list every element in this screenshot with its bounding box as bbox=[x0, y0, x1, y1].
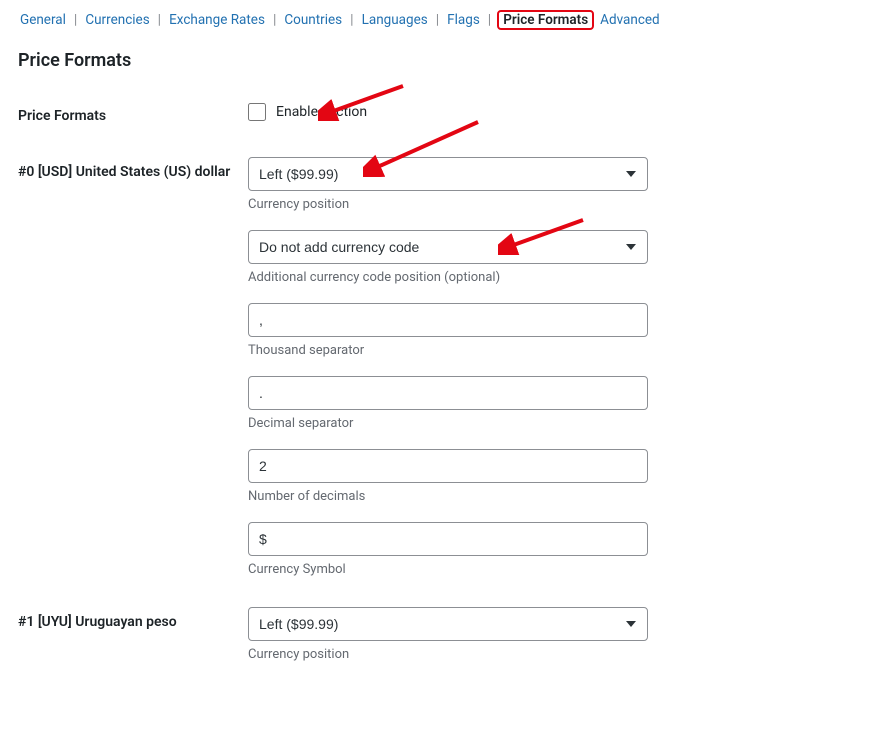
currency0-thousand-input[interactable] bbox=[248, 303, 648, 337]
row-enable-section: Price Formats Enable section bbox=[18, 101, 856, 127]
tab-price-formats-highlight: Price Formats bbox=[497, 10, 594, 30]
tab-languages[interactable]: Languages bbox=[360, 10, 430, 30]
page-title: Price Formats bbox=[18, 50, 856, 71]
row-currency0-decimal-sep: Decimal separator bbox=[18, 376, 856, 431]
row-currency0-thousand: Thousand separator bbox=[18, 303, 856, 358]
tab-separator: | bbox=[273, 12, 276, 28]
currency0-decimal-sep-desc: Decimal separator bbox=[248, 416, 678, 431]
tab-flags[interactable]: Flags bbox=[445, 10, 482, 30]
tab-price-formats[interactable]: Price Formats bbox=[503, 12, 588, 28]
currency0-position-desc: Currency position bbox=[248, 197, 678, 212]
row-currency0-decimals: Number of decimals bbox=[18, 449, 856, 504]
currency0-code-select[interactable]: Do not add currency code bbox=[248, 230, 648, 264]
row-currency0-code: Do not add currency code Additional curr… bbox=[18, 230, 856, 285]
currency0-symbol-desc: Currency Symbol bbox=[248, 562, 678, 577]
tab-advanced[interactable]: Advanced bbox=[598, 10, 662, 30]
row-currency0-symbol: Currency Symbol bbox=[18, 522, 856, 577]
currency0-code-desc: Additional currency code position (optio… bbox=[248, 270, 678, 285]
tab-separator: | bbox=[158, 12, 161, 28]
tab-separator: | bbox=[74, 12, 77, 28]
currency0-decimal-sep-input[interactable] bbox=[248, 376, 648, 410]
row-currency1-position: #1 [UYU] Uruguayan peso Left ($99.99) Cu… bbox=[18, 607, 856, 662]
section-label: Price Formats bbox=[18, 101, 248, 127]
tab-separator: | bbox=[350, 12, 353, 28]
row-currency0-position: #0 [USD] United States (US) dollar Left … bbox=[18, 157, 856, 212]
tab-countries[interactable]: Countries bbox=[282, 10, 344, 30]
tab-navigation: General | Currencies | Exchange Rates | … bbox=[18, 10, 856, 30]
currency1-position-desc: Currency position bbox=[248, 647, 678, 662]
currency0-decimals-input[interactable] bbox=[248, 449, 648, 483]
currency0-symbol-input[interactable] bbox=[248, 522, 648, 556]
currency1-label: #1 [UYU] Uruguayan peso bbox=[18, 607, 248, 633]
tab-currencies[interactable]: Currencies bbox=[83, 10, 151, 30]
currency0-position-select[interactable]: Left ($99.99) bbox=[248, 157, 648, 191]
currency1-position-select[interactable]: Left ($99.99) bbox=[248, 607, 648, 641]
tab-separator: | bbox=[488, 12, 491, 28]
tab-general[interactable]: General bbox=[18, 10, 68, 30]
currency0-label: #0 [USD] United States (US) dollar bbox=[18, 157, 248, 183]
tab-separator: | bbox=[436, 12, 439, 28]
currency0-decimals-desc: Number of decimals bbox=[248, 489, 678, 504]
currency0-thousand-desc: Thousand separator bbox=[248, 343, 678, 358]
tab-exchange-rates[interactable]: Exchange Rates bbox=[167, 10, 267, 30]
enable-section-label: Enable section bbox=[276, 104, 367, 120]
enable-section-checkbox[interactable] bbox=[248, 103, 266, 121]
